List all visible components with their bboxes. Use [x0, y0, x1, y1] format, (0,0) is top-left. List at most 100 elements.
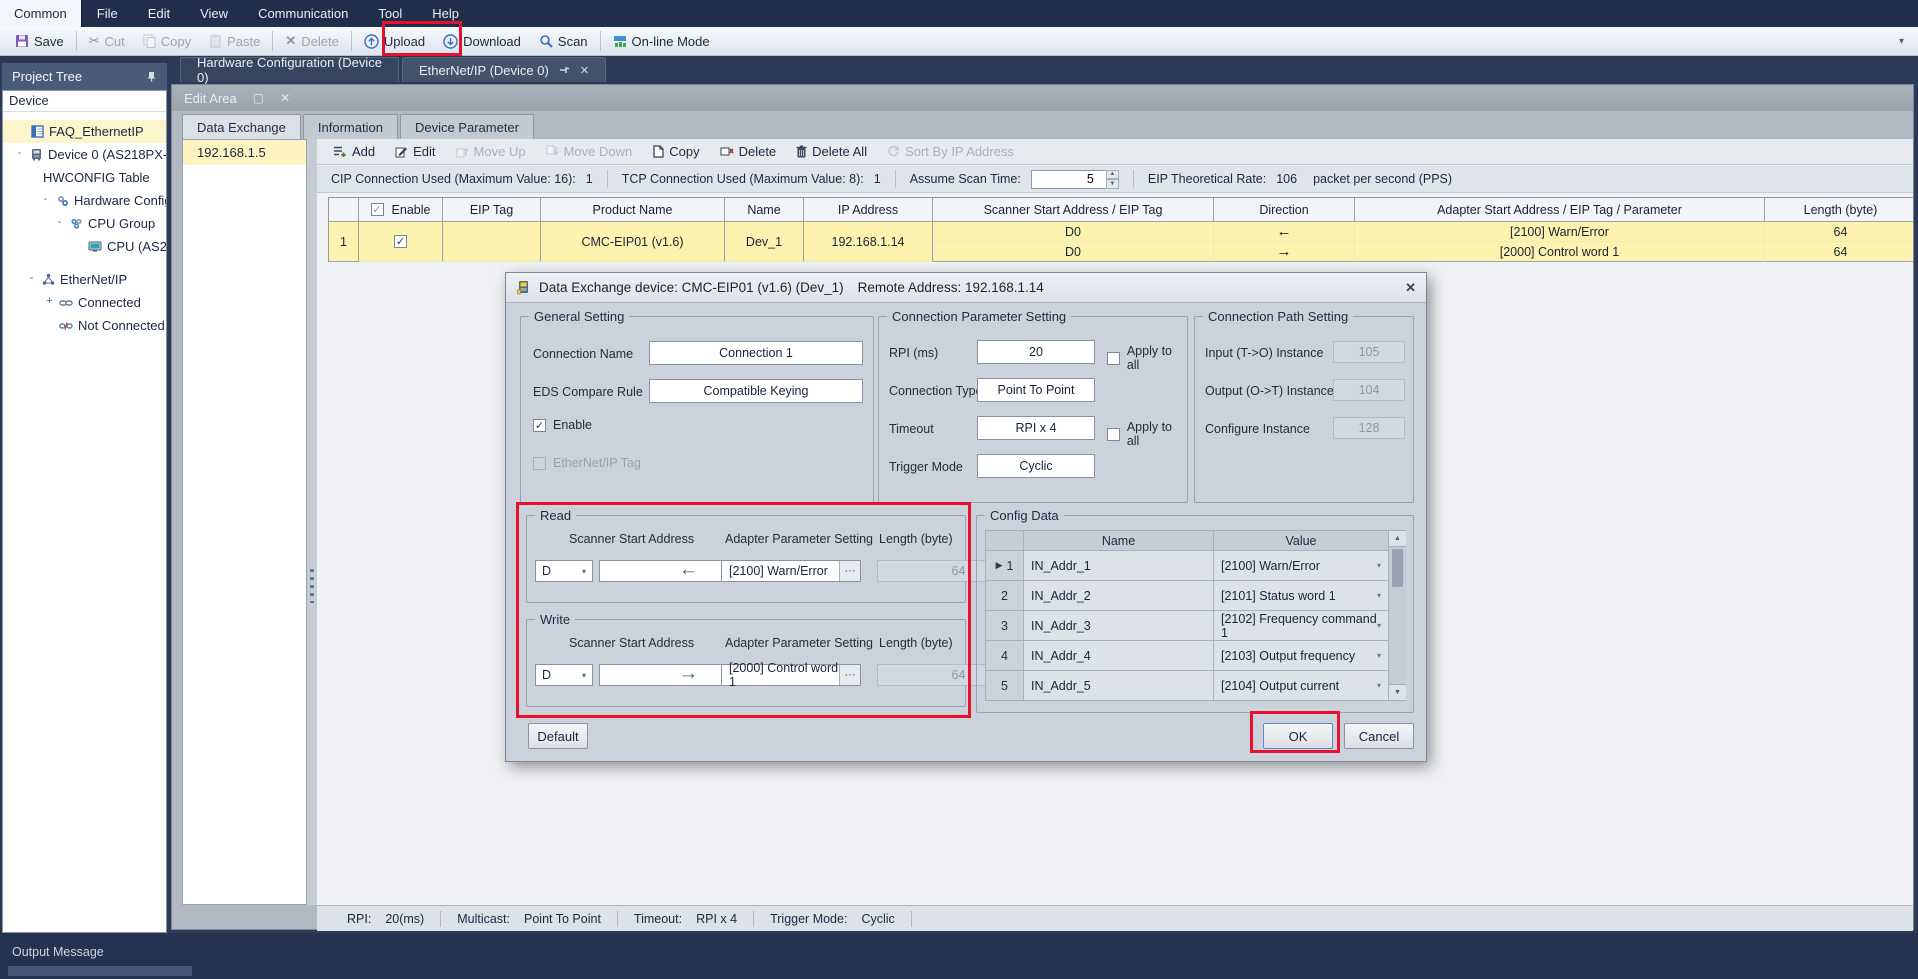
connection-type-input[interactable] — [977, 378, 1095, 402]
row-number[interactable]: 1 — [329, 222, 359, 262]
enable-checkbox[interactable]: ✓ — [533, 419, 546, 432]
move-up-button[interactable]: Move Up — [456, 144, 526, 159]
toolbar-overflow-icon[interactable]: ▾ — [1899, 36, 1912, 47]
config-row-name[interactable]: IN_Addr_5 — [1024, 671, 1214, 701]
config-row-num[interactable]: 5 — [986, 671, 1024, 701]
eds-compare-rule-input[interactable] — [649, 379, 863, 403]
tree-item-connected[interactable]: + Connected — [3, 291, 166, 314]
tree-section-device: Device — [3, 91, 166, 112]
chevron-down-icon: ▾ — [1377, 681, 1381, 690]
rpi-apply-to-all-row[interactable]: Apply to all — [1107, 344, 1187, 372]
default-button[interactable]: Default — [528, 723, 588, 749]
tree-item-cpu-group[interactable]: - CPU Group — [3, 212, 166, 235]
sort-by-ip-button[interactable]: Sort By IP Address — [887, 144, 1014, 159]
timeout-apply-to-all-row[interactable]: Apply to all — [1107, 420, 1187, 448]
config-row-value[interactable]: [2103] Output frequency▾ — [1214, 641, 1389, 671]
connection-type-label: Connection Type — [889, 384, 983, 398]
config-row-name[interactable]: IN_Addr_1 — [1024, 551, 1214, 581]
timeout-input[interactable] — [977, 416, 1095, 440]
edit-button[interactable]: Edit — [395, 144, 435, 159]
dialog-close-icon[interactable]: ✕ — [1405, 280, 1416, 296]
tab-close-icon[interactable]: ✕ — [580, 64, 589, 77]
ethernet-ip-tag-checkbox[interactable] — [533, 457, 546, 470]
menu-communication[interactable]: Communication — [243, 0, 363, 27]
config-row-name[interactable]: IN_Addr_4 — [1024, 641, 1214, 671]
expander-icon[interactable]: - — [55, 219, 64, 228]
scroll-down-icon[interactable]: ▼ — [1389, 684, 1406, 700]
tree-item-hwconfig-table[interactable]: HWCONFIG Table — [3, 166, 166, 189]
maximize-icon[interactable]: ▢ — [253, 91, 264, 105]
config-row-value[interactable]: [2101] Status word 1▾ — [1214, 581, 1389, 611]
config-row-name[interactable]: IN_Addr_3 — [1024, 611, 1214, 641]
cut-button[interactable]: ✂ Cut — [80, 29, 134, 53]
trigger-mode-input[interactable] — [977, 454, 1095, 478]
config-row-num[interactable]: ▶1 — [986, 551, 1024, 581]
connection-name-input[interactable] — [649, 341, 863, 365]
device-ip-item[interactable]: 192.168.1.5 — [183, 140, 306, 165]
delete-button[interactable]: ✕ Delete — [276, 29, 347, 53]
copy-row-button[interactable]: Copy — [652, 144, 699, 159]
config-row-value[interactable]: [2100] Warn/Error▾ — [1214, 551, 1389, 581]
menu-edit[interactable]: Edit — [133, 0, 185, 27]
tree-item-cpu[interactable]: CPU (AS218PX — [3, 235, 166, 258]
select-all-checkbox[interactable]: ✓ — [371, 203, 384, 216]
menu-view[interactable]: View — [185, 0, 243, 27]
splitter[interactable] — [307, 139, 317, 905]
row-enable-cell: ✓ — [359, 222, 443, 262]
menu-file[interactable]: File — [82, 0, 133, 27]
tab-ethernet-ip[interactable]: EtherNet/IP (Device 0) ✕ — [402, 57, 606, 82]
device-ip-list: 192.168.1.5 — [182, 139, 307, 905]
tab-device-parameter[interactable]: Device Parameter — [400, 114, 534, 139]
online-mode-button[interactable]: On-line Mode — [604, 29, 719, 53]
config-row-value[interactable]: [2102] Frequency command 1▾ — [1214, 611, 1389, 641]
timeout-apply-checkbox[interactable] — [1107, 428, 1120, 441]
scan-button[interactable]: Scan — [530, 29, 597, 53]
rpi-input[interactable] — [977, 340, 1095, 364]
expander-icon[interactable]: - — [27, 275, 36, 284]
enable-checkbox[interactable]: ✓ — [394, 235, 407, 248]
tree-item-project[interactable]: FAQ_EthernetIP — [3, 120, 166, 143]
tcp-connection-segment: TCP Connection Used (Maximum Value: 8): … — [608, 170, 896, 188]
move-down-button[interactable]: Move Down — [546, 144, 633, 159]
delete-row-button[interactable]: Delete — [720, 144, 777, 159]
add-button[interactable]: Add — [333, 144, 375, 159]
copy-button[interactable]: Copy — [134, 29, 200, 53]
tree-item-hardware-configuration[interactable]: - Hardware Configuratio — [3, 189, 166, 212]
output-message-label[interactable]: Output Message — [12, 945, 104, 959]
scan-time-spinner[interactable]: ▲▼ — [1106, 170, 1119, 189]
config-row-value[interactable]: [2104] Output current▾ — [1214, 671, 1389, 701]
scroll-up-icon[interactable]: ▲ — [1389, 531, 1406, 547]
expander-icon[interactable]: - — [15, 150, 24, 159]
config-row-num[interactable]: 2 — [986, 581, 1024, 611]
header-adapter-start: Adapter Start Address / EIP Tag / Parame… — [1355, 198, 1765, 222]
save-button[interactable]: Save — [6, 29, 73, 53]
tree-item-ethernet-ip[interactable]: - EtherNet/IP — [3, 268, 166, 291]
tab-hardware-configuration[interactable]: Hardware Configuration (Device 0) — [180, 57, 399, 82]
tree-item-not-connected[interactable]: Not Connected — [3, 314, 166, 337]
menu-tab-common[interactable]: Common — [0, 0, 82, 27]
config-row-num[interactable]: 4 — [986, 641, 1024, 671]
cancel-button[interactable]: Cancel — [1344, 723, 1414, 749]
rpi-apply-checkbox[interactable] — [1107, 352, 1120, 365]
tree-item-device0[interactable]: - Device 0 (AS218PX-A) — [3, 143, 166, 166]
delete-all-button[interactable]: Delete All — [796, 144, 867, 159]
connection-status-bar: RPI:20(ms) Multicast:Point To Point Time… — [317, 905, 1913, 931]
pin-icon[interactable] — [146, 71, 157, 82]
splitter-grip-icon — [310, 569, 314, 603]
tab-data-exchange[interactable]: Data Exchange — [182, 114, 301, 139]
config-header-value: Value — [1214, 531, 1389, 551]
expander-icon[interactable]: - — [41, 196, 50, 205]
expander-icon[interactable]: + — [45, 298, 54, 307]
config-scrollbar[interactable]: ▲ ▼ — [1389, 531, 1406, 701]
enable-checkbox-row[interactable]: ✓ Enable — [533, 418, 592, 432]
config-row-num[interactable]: 3 — [986, 611, 1024, 641]
config-row-name[interactable]: IN_Addr_2 — [1024, 581, 1214, 611]
tab-information[interactable]: Information — [303, 114, 398, 139]
assume-scan-time-segment: Assume Scan Time: ▲▼ — [896, 170, 1134, 188]
assume-scan-time-input[interactable] — [1031, 170, 1113, 189]
paste-button[interactable]: Paste — [200, 29, 269, 53]
scrollbar-thumb[interactable] — [1392, 549, 1403, 587]
close-icon[interactable]: ✕ — [280, 91, 290, 105]
ethernet-ip-tag-checkbox-row[interactable]: EtherNet/IP Tag — [533, 456, 641, 470]
tab-pin-icon[interactable] — [559, 65, 570, 75]
